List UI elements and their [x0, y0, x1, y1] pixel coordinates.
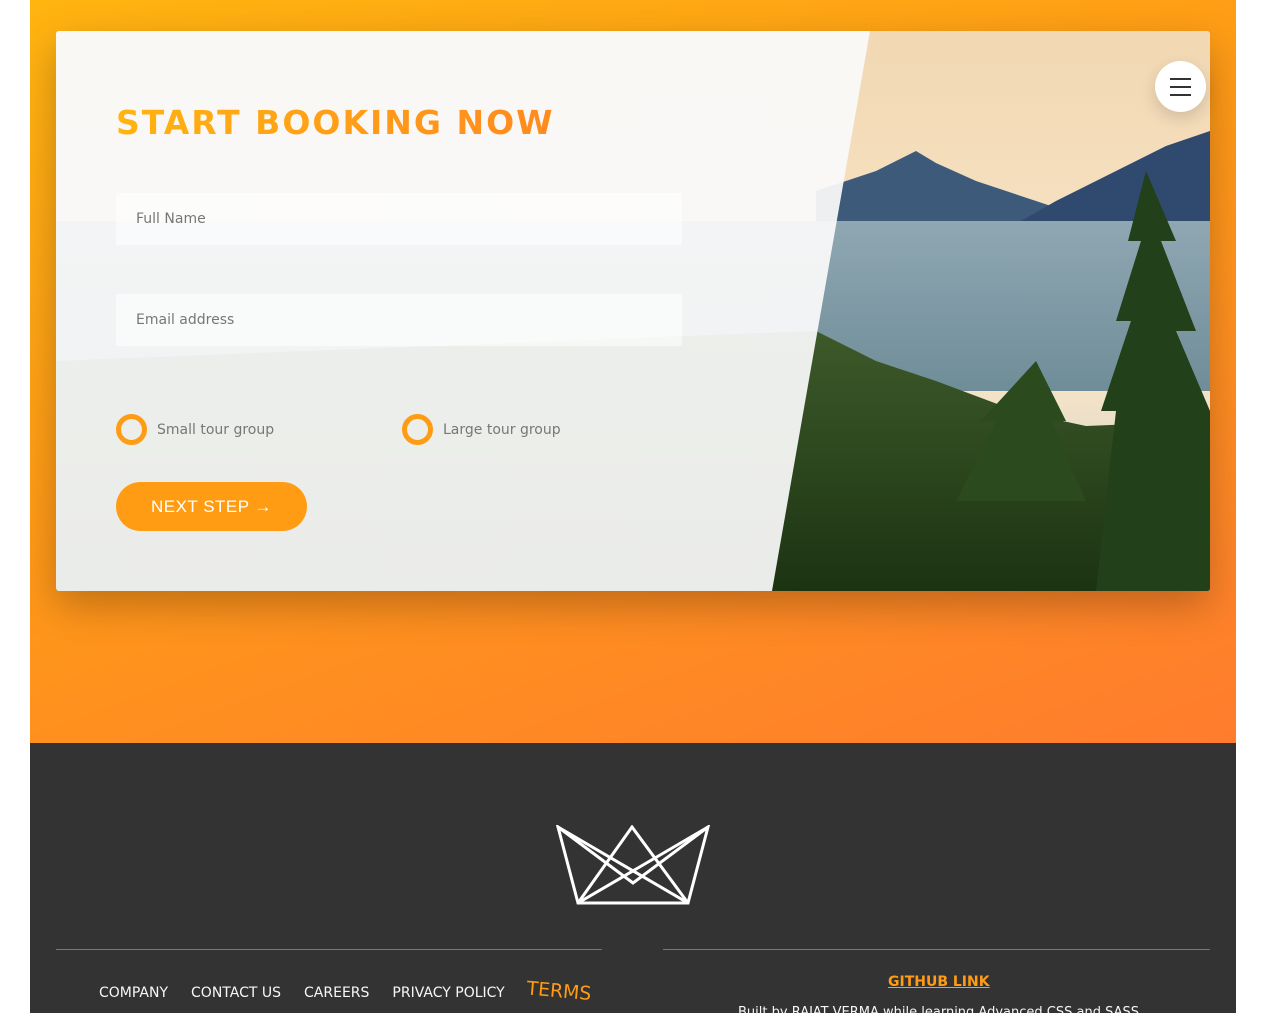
- footer-link-contact-us[interactable]: CONTACT US: [191, 985, 281, 1001]
- footer-link-careers[interactable]: CAREERS: [304, 985, 369, 1001]
- booking-section: START BOOKING NOW Small tour group Large…: [30, 0, 1236, 743]
- page: START BOOKING NOW Small tour group Large…: [30, 0, 1236, 1013]
- small-tour-group-label: Small tour group: [157, 421, 275, 438]
- footer-credit: Built by RAJAT VERMA while learning Adva…: [738, 1005, 1139, 1013]
- footer-divider: [56, 949, 602, 950]
- footer-link-terms[interactable]: TERMS: [525, 978, 592, 1006]
- small-tour-group-radio[interactable]: Small tour group: [116, 414, 274, 445]
- email-input[interactable]: [116, 294, 682, 346]
- footer: COMPANY CONTACT US CAREERS PRIVACY POLIC…: [30, 743, 1236, 1013]
- radio-circle-icon[interactable]: [402, 414, 433, 445]
- booking-title: START BOOKING NOW: [116, 103, 555, 142]
- menu-button[interactable]: [1155, 61, 1206, 112]
- github-link[interactable]: GITHUB LINK: [888, 974, 990, 990]
- full-name-input[interactable]: [116, 193, 682, 245]
- hamburger-menu-icon: [1170, 77, 1191, 80]
- large-tour-group-label: Large tour group: [443, 421, 561, 438]
- next-step-button[interactable]: NEXT STEP →: [116, 482, 307, 531]
- footer-divider: [663, 949, 1210, 950]
- hamburger-menu-icon: [1170, 93, 1191, 96]
- footer-nav: COMPANY CONTACT US CAREERS PRIVACY POLIC…: [99, 978, 592, 1006]
- footer-link-privacy-policy[interactable]: PRIVACY POLICY: [392, 985, 504, 1001]
- crown-logo-icon: [555, 823, 711, 912]
- hamburger-menu-icon: [1170, 85, 1191, 88]
- radio-circle-icon[interactable]: [116, 414, 147, 445]
- footer-link-company[interactable]: COMPANY: [99, 985, 168, 1001]
- large-tour-group-radio[interactable]: Large tour group: [402, 414, 561, 445]
- booking-card: START BOOKING NOW Small tour group Large…: [56, 31, 1210, 591]
